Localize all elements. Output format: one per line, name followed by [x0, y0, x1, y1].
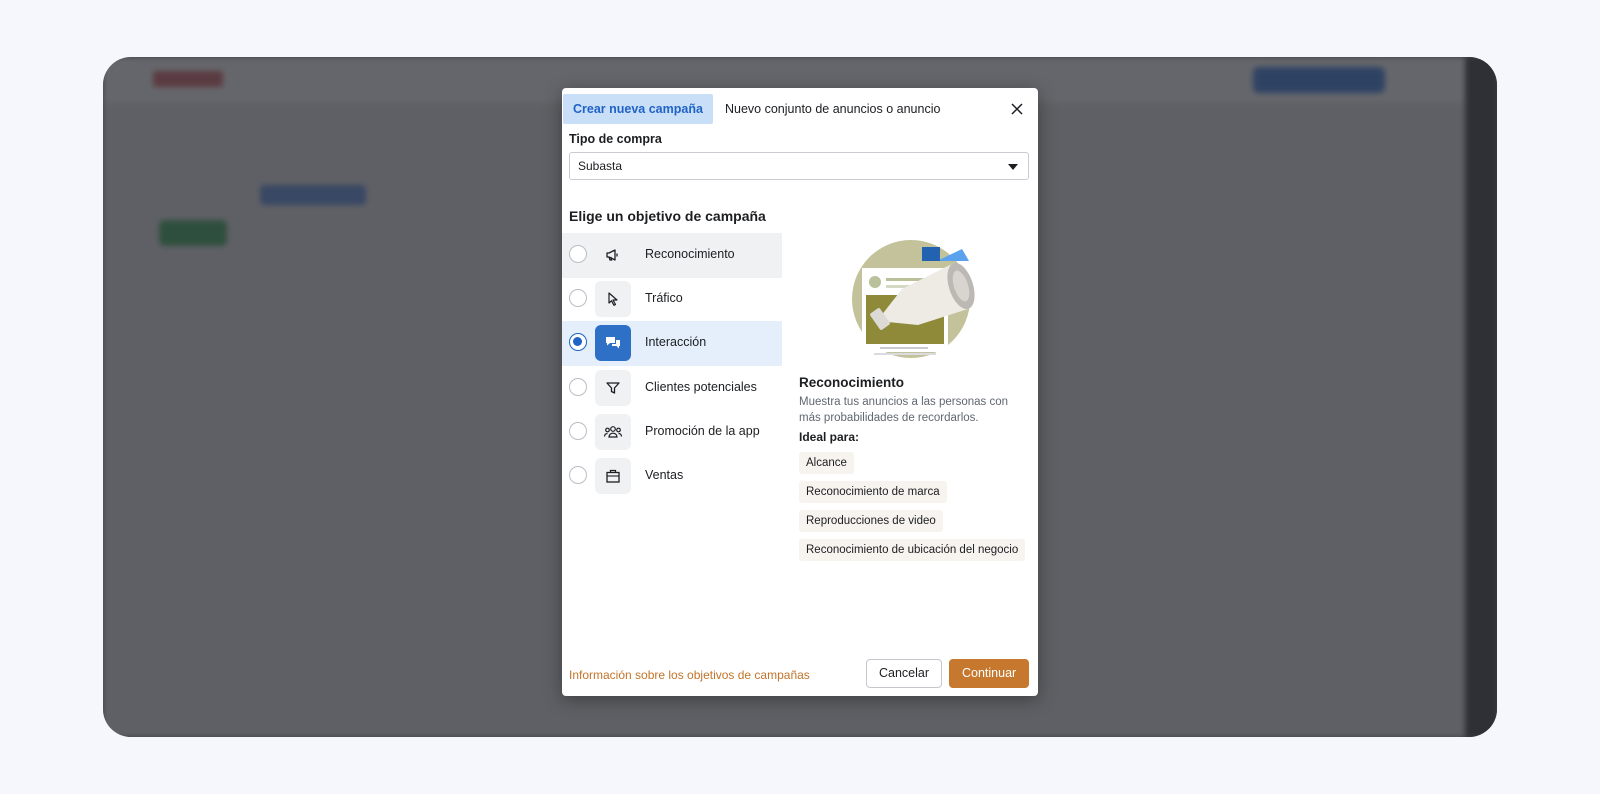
- radio-button-selected[interactable]: [569, 333, 587, 351]
- objective-detail-description: Muestra tus anuncios a las personas con …: [799, 396, 1009, 424]
- megaphone-illustration: [844, 239, 984, 365]
- radio-button[interactable]: [569, 289, 587, 307]
- close-icon: [1011, 103, 1023, 115]
- ideal-for-label: Ideal para:: [799, 430, 860, 444]
- shopping-bag-icon: [595, 458, 631, 494]
- tab-create-campaign[interactable]: Crear nueva campaña: [563, 94, 713, 124]
- objective-label: Tráfico: [645, 291, 683, 305]
- objective-option-ventas[interactable]: Ventas: [562, 454, 782, 499]
- objective-option-interaccion[interactable]: Interacción: [562, 321, 782, 366]
- objectives-info-link[interactable]: Información sobre los objetivos de campa…: [569, 668, 810, 682]
- radio-button[interactable]: [569, 466, 587, 484]
- objective-label: Promoción de la app: [645, 424, 760, 438]
- continue-button[interactable]: Continuar: [949, 659, 1030, 688]
- cancel-button[interactable]: Cancelar: [866, 659, 943, 688]
- objective-option-reconocimiento[interactable]: Reconocimiento: [562, 233, 782, 278]
- ideal-chip: Alcance: [799, 452, 854, 474]
- tab-new-adset-or-ad[interactable]: Nuevo conjunto de anuncios o anuncio: [715, 94, 950, 124]
- people-icon: [595, 414, 631, 450]
- ideal-chip: Reconocimiento de ubicación del negocio: [799, 539, 1026, 561]
- buying-type-label: Tipo de compra: [569, 132, 662, 146]
- objective-label: Clientes potenciales: [645, 380, 757, 394]
- filter-icon: [595, 370, 631, 406]
- objective-detail-title: Reconocimiento: [799, 375, 905, 390]
- radio-button[interactable]: [569, 245, 587, 263]
- buying-type-select[interactable]: Subasta: [569, 152, 1029, 180]
- ideal-chip: Reconocimiento de marca: [799, 481, 947, 503]
- radio-button[interactable]: [569, 378, 587, 396]
- chevron-down-icon: [1008, 164, 1018, 170]
- objective-option-promocion-app[interactable]: Promoción de la app: [562, 410, 782, 455]
- ideal-chip: Reproducciones de video: [799, 510, 943, 532]
- radio-button[interactable]: [569, 422, 587, 440]
- megaphone-icon: [595, 237, 631, 273]
- close-button[interactable]: [1006, 98, 1028, 120]
- objective-option-trafico[interactable]: Tráfico: [562, 277, 782, 322]
- objective-label: Interacción: [645, 335, 707, 349]
- objective-label: Ventas: [645, 468, 684, 482]
- create-campaign-dialog: Crear nueva campaña Nuevo conjunto de an…: [562, 88, 1038, 696]
- chat-bubbles-icon: [595, 325, 631, 361]
- objective-label: Reconocimiento: [645, 247, 735, 261]
- objective-option-clientes-potenciales[interactable]: Clientes potenciales: [562, 366, 782, 411]
- buying-type-value: Subasta: [578, 159, 623, 173]
- cursor-icon: [595, 281, 631, 317]
- objective-heading: Elige un objetivo de campaña: [569, 208, 766, 224]
